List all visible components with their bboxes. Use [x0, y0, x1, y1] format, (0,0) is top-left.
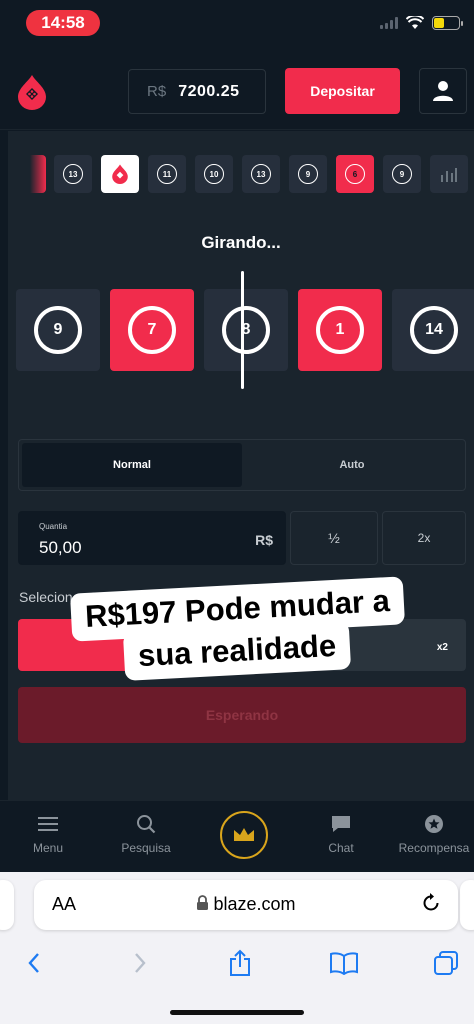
roulette-tile: 7 — [110, 289, 194, 371]
deposit-button[interactable]: Depositar — [285, 68, 400, 114]
bet-amount-label: Quantia — [39, 522, 68, 531]
bet-amount-input[interactable]: 50,00 — [39, 538, 82, 558]
bet-amount-field[interactable]: Quantia 50,00 R$ — [18, 511, 286, 565]
user-account-button[interactable] — [419, 68, 467, 114]
nav-search-label: Pesquisa — [121, 841, 171, 855]
balance-amount: 7200.25 — [178, 82, 240, 100]
history-item: 13 — [242, 155, 280, 193]
history-item: 11 — [148, 155, 186, 193]
roulette-tile: 14 — [392, 289, 474, 371]
nav-chat[interactable]: Chat — [301, 813, 381, 855]
bottom-navigation: Menu Pesquisa Chat Recompensa — [0, 800, 474, 872]
roulette-tile: 9 — [16, 289, 100, 371]
share-button[interactable] — [220, 946, 260, 980]
crown-icon — [234, 828, 254, 841]
half-amount-button[interactable]: ½ — [290, 511, 378, 565]
home-indicator — [170, 1010, 304, 1015]
previous-tab-preview[interactable] — [0, 880, 14, 930]
browser-toolbar: AA blaze.com — [0, 872, 474, 1024]
bet-mode-toggle: Normal Auto — [18, 439, 466, 491]
menu-icon — [38, 817, 58, 831]
history-item-partial — [30, 155, 46, 193]
cellular-signal-icon — [380, 17, 398, 29]
chevron-left-icon — [28, 953, 39, 973]
nav-chat-label: Chat — [328, 841, 354, 855]
bet-amount-currency: R$ — [255, 532, 273, 548]
book-icon — [330, 952, 358, 975]
nav-search[interactable]: Pesquisa — [106, 813, 186, 855]
search-icon — [137, 815, 156, 834]
tabs-button[interactable] — [426, 946, 466, 980]
roulette-pointer — [241, 271, 244, 389]
nav-menu-label: Menu — [32, 841, 64, 855]
tabs-icon — [434, 951, 458, 975]
roulette-tile: 8 — [204, 289, 288, 371]
nav-rewards[interactable]: Recompensa — [394, 813, 474, 855]
history-item: 13 — [54, 155, 92, 193]
wifi-icon — [406, 16, 424, 29]
nav-menu[interactable]: Menu — [8, 813, 88, 855]
chat-icon — [332, 816, 350, 832]
place-bet-button[interactable]: Esperando — [18, 687, 466, 743]
status-bar: 14:58 — [0, 0, 474, 48]
bookmarks-button[interactable] — [324, 946, 364, 980]
history-item: 9 — [289, 155, 327, 193]
roll-status: Girando... — [201, 233, 281, 252]
address-bar[interactable]: AA blaze.com — [34, 880, 458, 930]
tab-auto[interactable]: Auto — [242, 443, 462, 487]
lock-icon — [197, 895, 209, 910]
nav-rewards-crown[interactable] — [220, 811, 268, 859]
url-text: blaze.com — [34, 894, 458, 915]
roll-history: 13 11 10 13 9 6 9 — [8, 155, 474, 193]
double-game-panel: 13 11 10 13 9 6 9 Girando... 9 7 8 1 14 … — [8, 131, 474, 801]
history-item: 9 — [383, 155, 421, 193]
next-tab-preview[interactable] — [460, 880, 474, 930]
url-value: blaze.com — [213, 894, 296, 914]
star-icon — [425, 815, 443, 833]
battery-icon — [432, 16, 463, 30]
back-button[interactable] — [14, 946, 54, 980]
nav-rewards-label: Recompensa — [398, 841, 470, 855]
site-header: R$ 7200.25 Depositar — [0, 48, 474, 130]
chevron-right-icon — [135, 953, 146, 973]
history-item: 10 — [195, 155, 233, 193]
status-time: 14:58 — [26, 10, 100, 36]
history-item: 6 — [336, 155, 374, 193]
video-caption: R$197 Pode mudar a sua realidade — [56, 576, 418, 681]
black-multiplier: x2 — [436, 642, 448, 653]
reload-icon[interactable] — [420, 892, 442, 914]
roulette-tile: 1 — [298, 289, 382, 371]
balance-currency: R$ — [147, 83, 167, 100]
tab-normal[interactable]: Normal — [22, 443, 242, 487]
balance-display[interactable]: R$ 7200.25 — [128, 69, 266, 114]
history-item-white — [101, 155, 139, 193]
history-stats-button[interactable] — [430, 155, 468, 193]
user-icon — [433, 81, 453, 101]
double-amount-button[interactable]: 2x — [382, 511, 466, 565]
blaze-logo-icon — [18, 75, 46, 110]
bar-chart-icon — [441, 168, 457, 182]
blaze-logo-icon — [112, 164, 128, 184]
forward-button[interactable] — [120, 946, 160, 980]
share-icon — [230, 949, 250, 976]
status-icons — [380, 16, 463, 30]
